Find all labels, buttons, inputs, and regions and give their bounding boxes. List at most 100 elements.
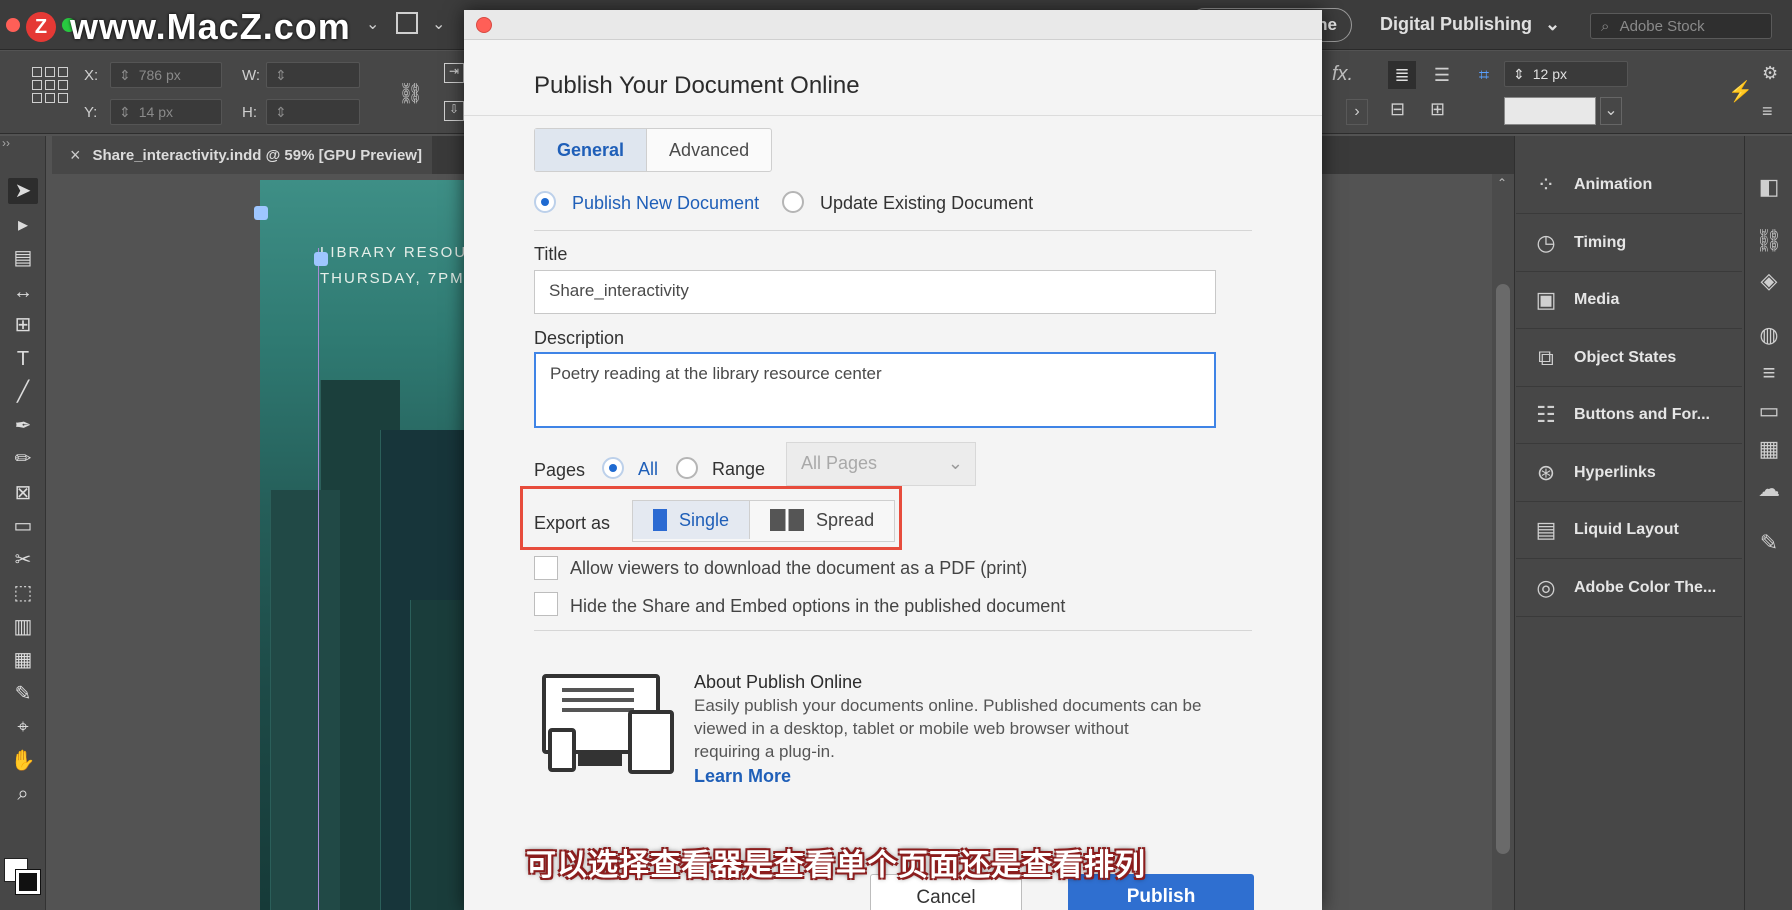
edit-icon[interactable]: ✎ xyxy=(1753,530,1785,558)
reference-point-icon[interactable] xyxy=(32,67,68,103)
x-position-field[interactable]: ⇕ 786 px xyxy=(110,62,222,88)
export-spread-button[interactable]: Spread xyxy=(750,501,894,539)
panel-item-animation[interactable]: ⁘ Animation xyxy=(1516,157,1742,214)
workspace-switcher[interactable]: Digital Publishing ⌄ xyxy=(1380,14,1560,35)
document-tab[interactable]: × Share_interactivity.indd @ 59% [GPU Pr… xyxy=(52,136,432,174)
height-field[interactable]: ⇕ xyxy=(266,99,360,125)
creative-cloud-icon[interactable]: ☁ xyxy=(1753,476,1785,504)
pen-tool-icon[interactable]: ✒ xyxy=(8,413,38,439)
pages-icon[interactable]: ◧ xyxy=(1753,174,1785,202)
frame-fitting-icon[interactable]: ⌗ xyxy=(1470,61,1498,89)
flip-vertical-icon[interactable]: ⇩ xyxy=(444,101,464,121)
gradient-swatch-tool-icon[interactable]: ▥ xyxy=(8,614,38,640)
pages-range-label[interactable]: Range xyxy=(712,459,765,480)
hand-tool-icon[interactable]: ✋ xyxy=(8,748,38,774)
update-existing-label[interactable]: Update Existing Document xyxy=(820,193,1033,214)
quick-apply-icon[interactable]: ⚡ xyxy=(1728,79,1753,104)
layout-menu-chevron-icon[interactable]: ⌄ xyxy=(366,14,379,34)
panel-item-media[interactable]: ▣ Media xyxy=(1516,272,1742,329)
panel-item-timing[interactable]: ◷ Timing xyxy=(1516,215,1742,272)
close-tab-icon[interactable]: × xyxy=(70,145,81,166)
fx-label[interactable]: fx. xyxy=(1332,63,1353,86)
panel-item-liquid-layout[interactable]: ▤ Liquid Layout xyxy=(1516,502,1742,559)
type-tool-icon[interactable]: T xyxy=(8,346,38,372)
panel-item-object-states[interactable]: ⧉ Object States xyxy=(1516,330,1742,387)
gap-tool-icon[interactable]: ↔ xyxy=(8,279,38,305)
frame-lock-icon[interactable] xyxy=(314,252,328,266)
download-pdf-checkbox[interactable] xyxy=(534,556,558,580)
subtitle-caption: 可以选择查看器是查看单个页面还是查看排列 xyxy=(526,849,1146,882)
selection-tool-icon[interactable]: ➤ xyxy=(8,178,38,204)
hide-share-checkbox[interactable] xyxy=(534,592,558,616)
window-close-button[interactable] xyxy=(6,18,20,32)
tab-general[interactable]: General xyxy=(535,129,648,171)
gradient-feather-tool-icon[interactable]: ▦ xyxy=(8,647,38,673)
title-input[interactable]: Share_interactivity xyxy=(534,270,1216,314)
panel-item-hyperlinks[interactable]: ⊛ Hyperlinks xyxy=(1516,445,1742,502)
layers-icon[interactable]: ◈ xyxy=(1753,268,1785,296)
export-single-button[interactable]: Single xyxy=(633,501,751,539)
scrollbar-thumb[interactable] xyxy=(1496,284,1510,854)
scissors-tool-icon[interactable]: ✂ xyxy=(8,547,38,573)
description-textarea[interactable]: Poetry reading at the library resource c… xyxy=(534,352,1216,428)
gradient-icon[interactable]: ▭ xyxy=(1753,398,1785,426)
stroke-swatch[interactable] xyxy=(15,869,41,895)
align-text-icon[interactable]: ≣ xyxy=(1388,61,1416,89)
screen-mode-icon[interactable] xyxy=(396,12,418,34)
document-page[interactable]: LIBRARY RESOU THURSDAY, 7PM xyxy=(260,180,470,910)
y-position-field[interactable]: ⇕ 14 px xyxy=(110,99,222,125)
w-label: W: xyxy=(242,67,261,84)
tab-advanced[interactable]: Advanced xyxy=(647,129,771,171)
pages-range-radio[interactable] xyxy=(676,457,698,479)
direct-selection-tool-icon[interactable]: ▸ xyxy=(8,212,38,238)
download-pdf-label[interactable]: Allow viewers to download the document a… xyxy=(570,558,1027,579)
screen-mode-chevron-icon[interactable]: ⌄ xyxy=(432,14,445,34)
text-wrap-icon[interactable]: ☰ xyxy=(1428,61,1456,89)
flip-icon[interactable]: ⇥ xyxy=(444,63,464,83)
settings-gear-icon[interactable]: ⚙ xyxy=(1762,63,1778,84)
line-tool-icon[interactable]: ╱ xyxy=(8,379,38,405)
swatches-icon[interactable]: ◍ xyxy=(1753,322,1785,350)
panel-item-buttons-and-for[interactable]: ☷ Buttons and For... xyxy=(1516,387,1742,444)
links-icon[interactable]: ⛓ xyxy=(1753,228,1785,256)
vertical-scrollbar[interactable]: ⌃ xyxy=(1492,174,1514,910)
x-position-value: 786 px xyxy=(138,67,181,83)
next-arrow-icon[interactable]: › xyxy=(1346,99,1368,125)
stroke-style-chevron-icon[interactable]: ⌄ xyxy=(1600,97,1622,125)
stepper-icon: ⇕ xyxy=(275,67,287,83)
distribute-icon[interactable]: ⊟ xyxy=(1390,99,1405,120)
distribute-vertical-icon[interactable]: ⊞ xyxy=(1430,99,1445,120)
publish-new-radio[interactable] xyxy=(534,191,556,213)
publish-new-label[interactable]: Publish New Document xyxy=(572,193,759,214)
pages-all-label[interactable]: All xyxy=(638,459,658,480)
collapse-tools-icon[interactable]: ›› xyxy=(2,136,10,150)
rectangle-frame-tool-icon[interactable]: ⊠ xyxy=(8,480,38,506)
frame-lock-icon[interactable] xyxy=(254,206,268,220)
hide-share-label[interactable]: Hide the Share and Embed options in the … xyxy=(570,596,1065,617)
zoom-tool-icon[interactable]: ⌕ xyxy=(8,781,38,807)
cc-libraries-icon[interactable]: ▦ xyxy=(1753,436,1785,464)
document-tab-title: Share_interactivity.indd @ 59% [GPU Prev… xyxy=(92,146,422,164)
width-field[interactable]: ⇕ xyxy=(266,62,360,88)
content-collector-tool-icon[interactable]: ⊞ xyxy=(8,312,38,338)
pages-all-radio[interactable] xyxy=(602,457,624,479)
pencil-tool-icon[interactable]: ✏ xyxy=(8,446,38,472)
panel-menu-icon[interactable]: ≡ xyxy=(1762,101,1773,122)
rectangle-tool-icon[interactable]: ▭ xyxy=(8,513,38,539)
adobe-color-themes-icon: ◎ xyxy=(1536,574,1556,600)
panel-item-adobe-color-the[interactable]: ◎ Adobe Color The... xyxy=(1516,560,1742,617)
dialog-close-button[interactable] xyxy=(476,17,492,33)
stroke-weight-field[interactable]: ⇕ 12 px xyxy=(1504,61,1628,87)
stroke-style-dropdown[interactable] xyxy=(1504,97,1596,125)
learn-more-link[interactable]: Learn More xyxy=(694,766,791,787)
constrain-proportions-icon[interactable]: ⛓ xyxy=(398,81,423,106)
stroke-icon[interactable]: ≡ xyxy=(1753,360,1785,388)
adobe-stock-search[interactable]: ⌕ Adobe Stock xyxy=(1590,13,1772,39)
pages-dropdown[interactable]: All Pages ⌄ xyxy=(786,442,976,486)
update-existing-radio[interactable] xyxy=(782,191,804,213)
note-tool-icon[interactable]: ✎ xyxy=(8,681,38,707)
eyedropper-tool-icon[interactable]: ⌖ xyxy=(8,714,38,740)
free-transform-tool-icon[interactable]: ⬚ xyxy=(8,580,38,606)
scroll-up-arrow-icon[interactable]: ⌃ xyxy=(1497,176,1507,190)
page-tool-icon[interactable]: ▤ xyxy=(8,245,38,271)
